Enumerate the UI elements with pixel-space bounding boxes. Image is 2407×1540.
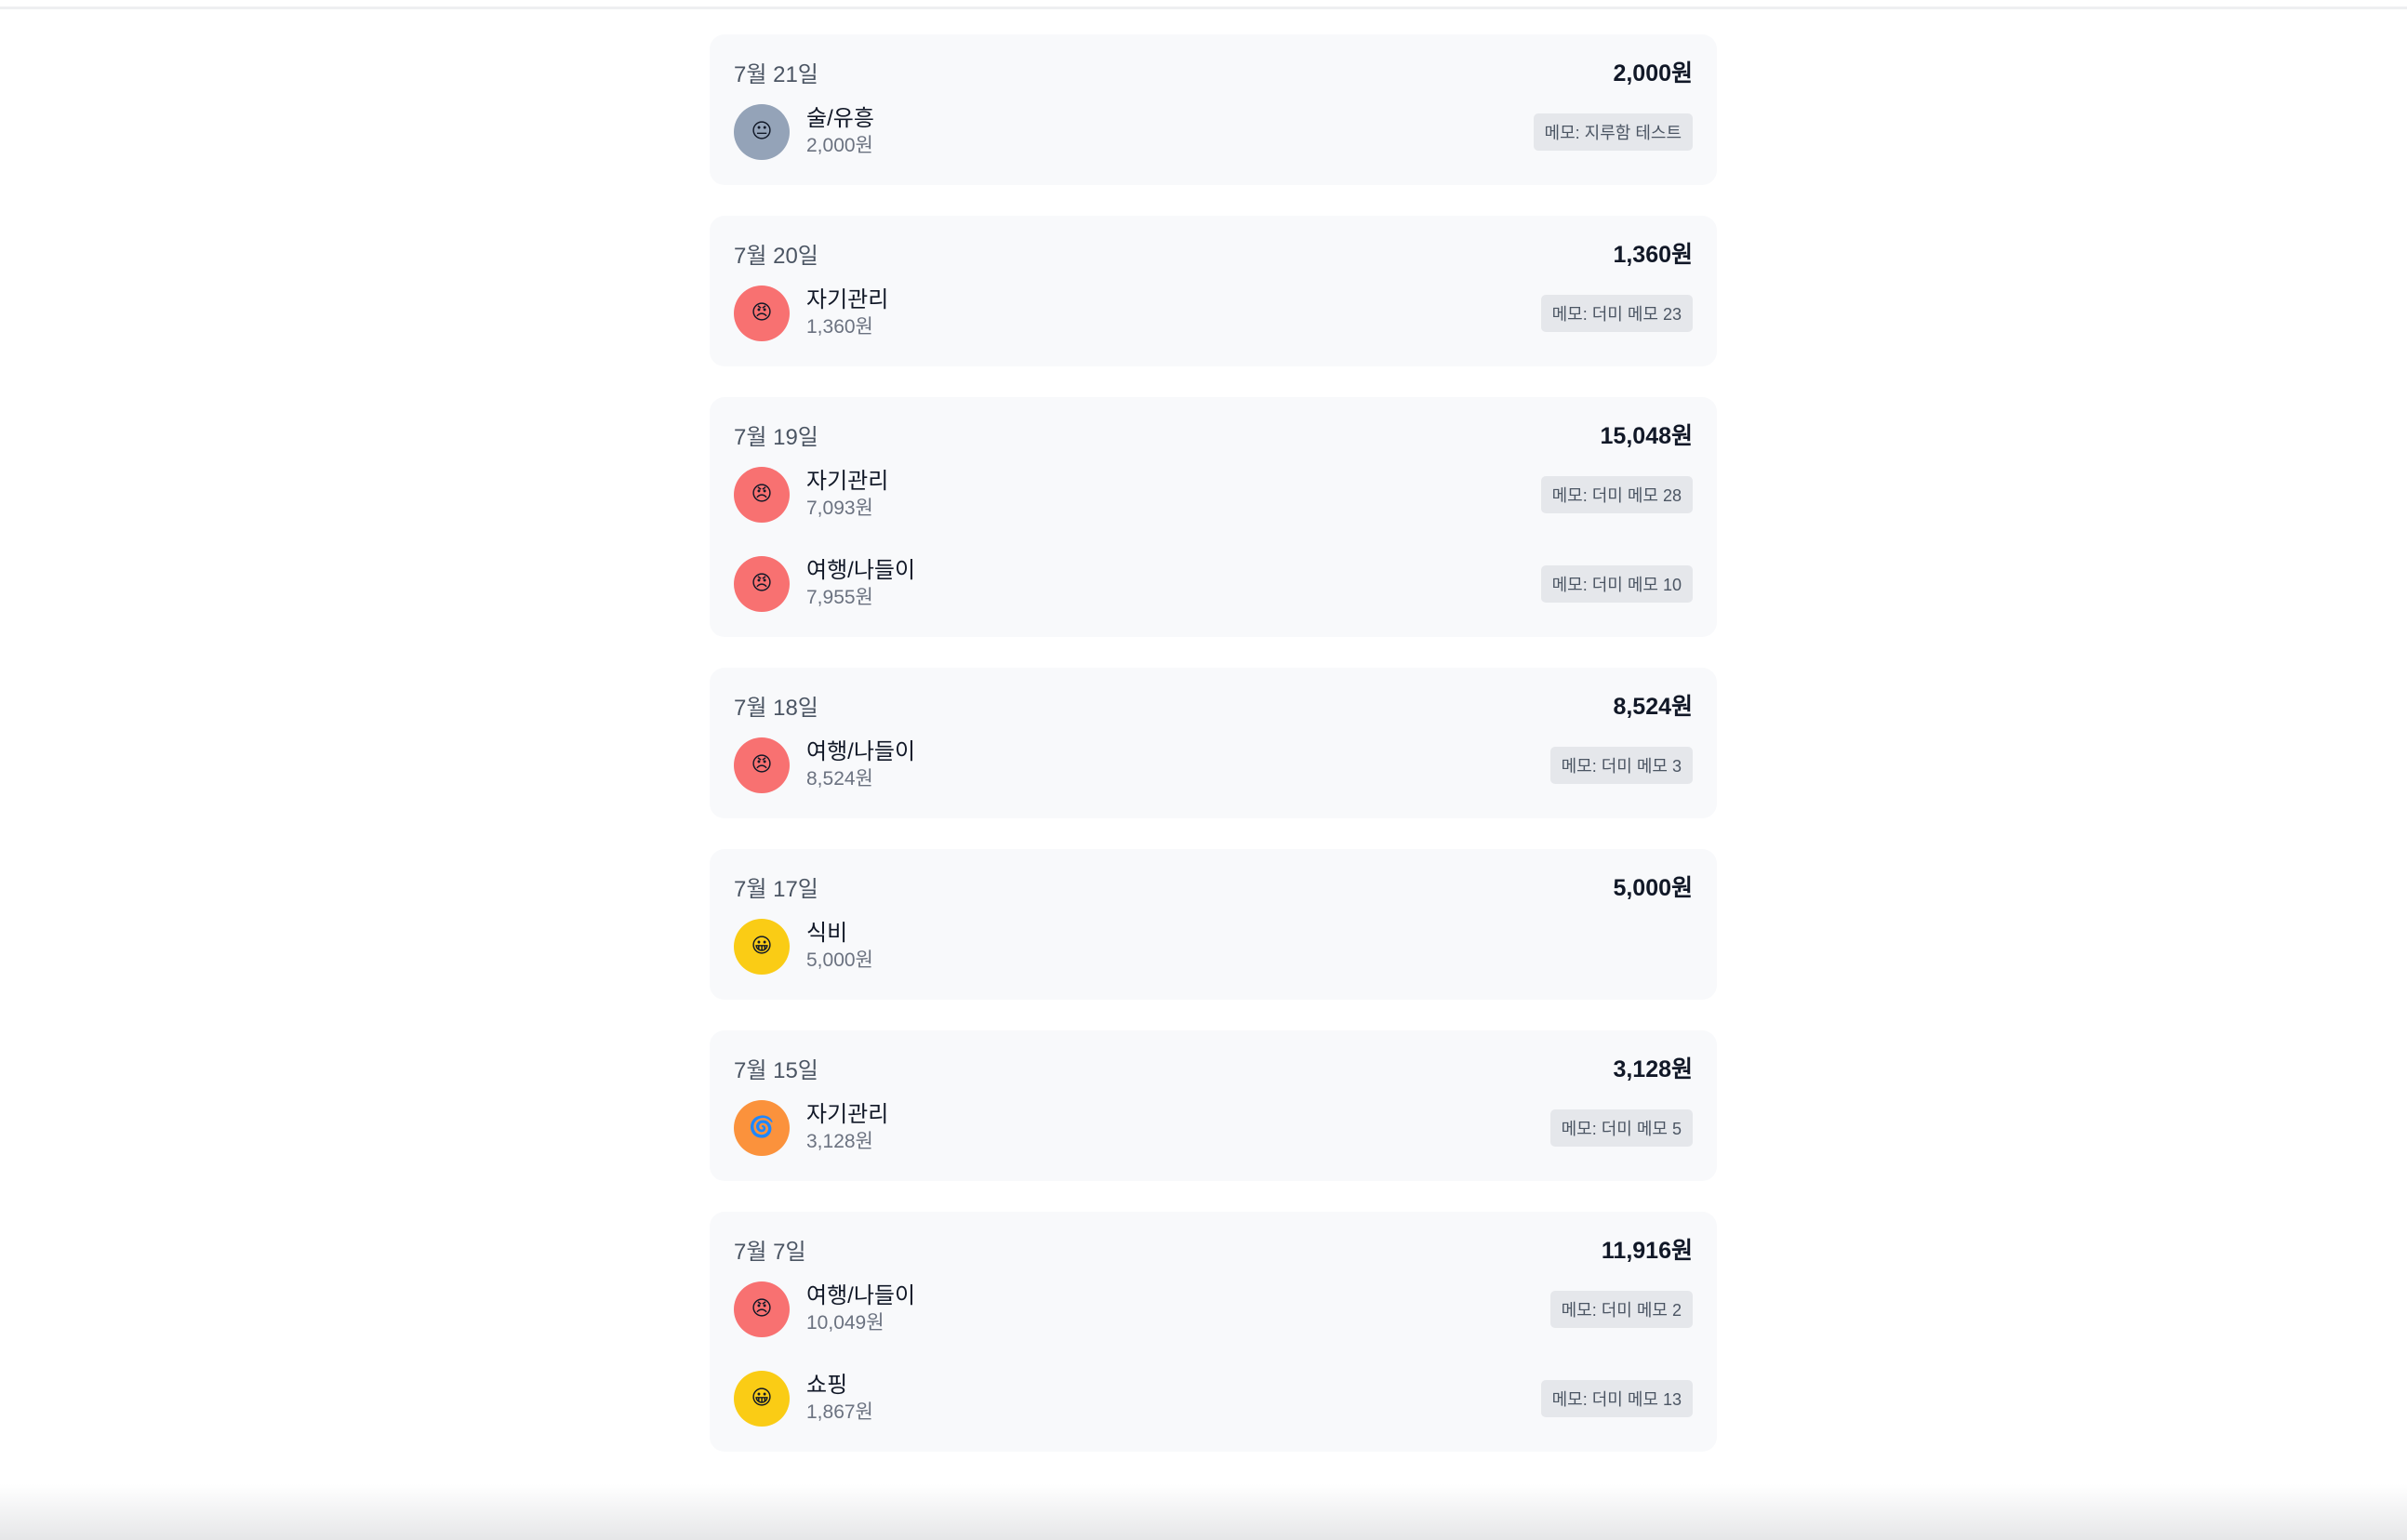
grinning-face-icon: 😀 [734,1371,790,1427]
day-date: 7월 15일 [734,1057,818,1083]
day-card: 7월 17일 5,000원 😀 식비 5,000원 [710,849,1717,1000]
angry-face-icon: 😠 [734,737,790,793]
angry-face-icon: 😠 [734,1281,790,1337]
entry-amount: 1,867원 [806,1401,873,1423]
day-card: 7월 7일 11,916원 😠 여행/나들이 10,049원 메모: 더미 메모 2 😀 쇼핑… [710,1212,1717,1452]
entry-text: 여행/나들이 7,955원 [806,557,915,611]
expense-entry[interactable]: 😠 여행/나들이 10,049원 메모: 더미 메모 2 [734,1281,1693,1338]
expense-history-page: 7월 21일 2,000원 😐 술/유흥 2,000원 메모: 지루함 테스트 7월 20일… [0,0,2407,1540]
entry-amount: 8,524원 [806,768,873,790]
dizzy-spiral-icon: 🌀 [734,1100,790,1156]
expense-entry[interactable]: 😐 술/유흥 2,000원 메모: 지루함 테스트 [734,103,1693,161]
day-header: 7월 21일 2,000원 [734,59,1693,87]
entry-text: 여행/나들이 8,524원 [806,738,915,792]
day-total-amount: 3,128원 [1613,1056,1693,1082]
bottom-fade-overlay [0,1484,2407,1540]
entry-text: 술/유흥 2,000원 [806,105,874,159]
day-total-amount: 11,916원 [1601,1238,1693,1264]
angry-face-icon: 😠 [734,556,790,612]
day-header: 7월 19일 15,048원 [734,421,1693,450]
expense-entry[interactable]: 😀 식비 5,000원 [734,918,1693,976]
entry-text: 자기관리 1,360원 [806,286,888,340]
day-card: 7월 19일 15,048원 😠 자기관리 7,093원 메모: 더미 메모 28 😠 여행/… [710,397,1717,637]
entry-info: 😠 자기관리 7,093원 [734,467,888,523]
grinning-face-icon: 😀 [734,919,790,975]
entry-info: 😠 여행/나들이 8,524원 [734,737,915,793]
entry-text: 자기관리 3,128원 [806,1101,888,1155]
day-total-amount: 8,524원 [1613,694,1693,720]
entry-category: 자기관리 [806,1102,889,1127]
entry-category: 여행/나들이 [806,558,916,583]
memo-badge: 메모: 더미 메모 28 [1540,476,1693,513]
entry-amount: 7,093원 [806,498,873,519]
entry-info: 😠 여행/나들이 10,049원 [734,1281,915,1337]
day-card: 7월 18일 8,524원 😠 여행/나들이 8,524원 메모: 더미 메모 3 [710,668,1717,818]
expense-entry[interactable]: 😠 여행/나들이 7,955원 메모: 더미 메모 10 [734,555,1693,613]
entry-category: 여행/나들이 [806,1283,916,1308]
entry-info: 😀 식비 5,000원 [734,919,873,975]
entry-info: 😠 자기관리 1,360원 [734,285,888,341]
expense-entry[interactable]: 😠 여행/나들이 8,524원 메모: 더미 메모 3 [734,737,1693,794]
memo-badge: 메모: 더미 메모 5 [1549,1109,1693,1147]
entry-info: 😀 쇼핑 1,867원 [734,1371,873,1427]
entry-info: 🌀 자기관리 3,128원 [734,1100,888,1156]
expense-entry[interactable]: 😠 자기관리 1,360원 메모: 더미 메모 23 [734,285,1693,342]
expense-entry[interactable]: 🌀 자기관리 3,128원 메모: 더미 메모 5 [734,1099,1693,1157]
day-card: 7월 15일 3,128원 🌀 자기관리 3,128원 메모: 더미 메모 5 [710,1030,1717,1181]
day-date: 7월 21일 [734,61,818,87]
entry-text: 쇼핑 1,867원 [806,1372,873,1426]
daily-expense-list: 7월 21일 2,000원 😐 술/유흥 2,000원 메모: 지루함 테스트 7월 20일… [710,34,1717,1482]
memo-badge: 메모: 더미 메모 10 [1540,565,1693,603]
entry-text: 식비 5,000원 [806,920,873,974]
header-divider [0,7,2407,9]
entry-amount: 1,360원 [806,316,873,338]
memo-badge: 메모: 더미 메모 3 [1549,747,1693,784]
day-header: 7월 15일 3,128원 [734,1055,1693,1083]
entry-amount: 7,955원 [806,587,873,608]
memo-badge: 메모: 더미 메모 13 [1540,1380,1693,1417]
entry-category: 자기관리 [806,469,889,494]
day-total-amount: 2,000원 [1613,60,1693,86]
day-total-amount: 5,000원 [1613,875,1693,901]
entry-text: 여행/나들이 10,049원 [806,1282,915,1336]
day-card: 7월 20일 1,360원 😠 자기관리 1,360원 메모: 더미 메모 23 [710,216,1717,366]
day-total-amount: 15,048원 [1600,423,1693,449]
entry-text: 자기관리 7,093원 [806,468,888,522]
entry-info: 😠 여행/나들이 7,955원 [734,556,915,612]
expense-entry[interactable]: 😀 쇼핑 1,867원 메모: 더미 메모 13 [734,1370,1693,1427]
day-date: 7월 19일 [734,424,818,450]
memo-badge: 메모: 더미 메모 2 [1549,1291,1693,1328]
expense-entry[interactable]: 😠 자기관리 7,093원 메모: 더미 메모 28 [734,466,1693,524]
entry-amount: 10,049원 [806,1312,884,1334]
day-date: 7월 18일 [734,695,818,721]
day-date: 7월 20일 [734,243,818,269]
day-date: 7월 17일 [734,876,818,902]
day-total-amount: 1,360원 [1613,242,1693,268]
entry-category: 여행/나들이 [806,739,916,764]
entry-amount: 3,128원 [806,1131,873,1152]
entry-info: 😐 술/유흥 2,000원 [734,104,874,160]
entry-category: 식비 [806,921,848,946]
angry-face-icon: 😠 [734,285,790,341]
neutral-face-icon: 😐 [734,104,790,160]
day-card: 7월 21일 2,000원 😐 술/유흥 2,000원 메모: 지루함 테스트 [710,34,1717,185]
entry-category: 술/유흥 [806,106,874,131]
entry-category: 쇼핑 [806,1373,848,1398]
angry-face-icon: 😠 [734,467,790,523]
entry-category: 자기관리 [806,287,889,312]
day-header: 7월 18일 8,524원 [734,692,1693,721]
memo-badge: 메모: 더미 메모 23 [1540,295,1693,332]
entry-amount: 2,000원 [806,135,873,156]
day-header: 7월 20일 1,360원 [734,240,1693,269]
day-header: 7월 17일 5,000원 [734,873,1693,902]
entry-amount: 5,000원 [806,949,873,971]
day-date: 7월 7일 [734,1239,806,1265]
day-header: 7월 7일 11,916원 [734,1236,1693,1265]
memo-badge: 메모: 지루함 테스트 [1533,113,1693,151]
